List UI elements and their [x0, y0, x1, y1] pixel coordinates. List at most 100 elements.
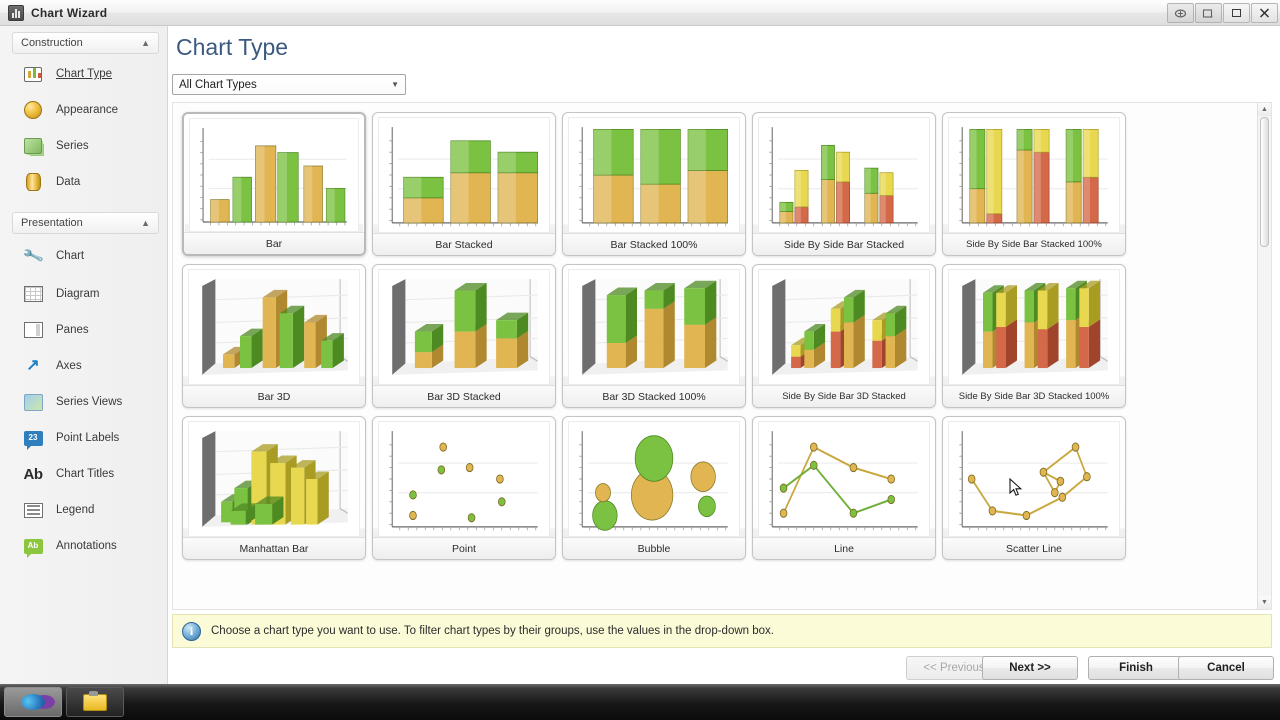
chart-type-label: Side By Side Bar Stacked — [753, 233, 935, 255]
sidebar-item-point-labels[interactable]: 23 Point Labels — [0, 420, 167, 456]
sidebar-item-chart-type-label: Chart Type — [56, 68, 113, 80]
chart-thumbnail-sbs-bar-3d-stacked-100 — [948, 269, 1120, 385]
sidebar-item-data-label: Data — [56, 176, 81, 188]
chart-thumbnail-scatter-line — [948, 421, 1120, 537]
chart-type-label: Bar — [184, 232, 364, 254]
chart-thumbnail-bar-3d — [188, 269, 360, 385]
chevron-up-icon: ▲ — [141, 38, 150, 48]
chart-wizard-window: Chart Wizard Construction ▲ Chart Type A… — [0, 0, 1280, 720]
chart-type-cell-sbs-bar-stacked-100[interactable]: Side By Side Bar Stacked 100% — [939, 109, 1129, 259]
sidebar-item-chart[interactable]: 🔧 Chart — [0, 236, 167, 276]
chart-type-card-bar[interactable]: Bar — [182, 112, 366, 256]
point-labels-icon: 23 — [22, 428, 44, 450]
sidebar-item-axes-label: Axes — [56, 360, 82, 372]
chart-type-cell-sbs-bar-3d-stacked[interactable]: Side By Side Bar 3D Stacked — [749, 261, 939, 411]
maximize-button[interactable] — [1223, 3, 1250, 23]
chart-type-label: Scatter Line — [943, 537, 1125, 559]
legend-icon — [22, 500, 44, 520]
chart-type-card-sbs-bar-stacked-100[interactable]: Side By Side Bar Stacked 100% — [942, 112, 1126, 256]
chart-type-label: Line — [753, 537, 935, 559]
chart-type-card-sbs-bar-3d-stacked[interactable]: Side By Side Bar 3D Stacked — [752, 264, 936, 408]
chart-type-card-sbs-bar-3d-stacked-100[interactable]: Side By Side Bar 3D Stacked 100% — [942, 264, 1126, 408]
chart-type-filter-dropdown[interactable]: All Chart Types ▼ — [172, 74, 406, 95]
chart-thumbnail-bar — [189, 118, 359, 232]
chart-type-card-line[interactable]: Line — [752, 416, 936, 560]
chart-type-card-manhattan-bar[interactable]: Manhattan Bar — [182, 416, 366, 560]
diagram-grid-icon — [22, 284, 44, 304]
sidebar-group-presentation[interactable]: Presentation ▲ — [12, 212, 159, 234]
chart-wizard-icon — [8, 4, 24, 21]
chart-type-cell-sbs-bar-3d-stacked-100[interactable]: Side By Side Bar 3D Stacked 100% — [939, 261, 1129, 411]
sidebar-group-presentation-label: Presentation — [21, 217, 83, 229]
sidebar-item-legend[interactable]: Legend — [0, 492, 167, 528]
chart-type-card-bar-3d[interactable]: Bar 3D — [182, 264, 366, 408]
chart-type-label: Bar 3D Stacked — [373, 385, 555, 407]
chart-type-cell-scatter-line[interactable]: Scatter Line — [939, 413, 1129, 563]
chart-type-card-bar-stacked[interactable]: Bar Stacked — [372, 112, 556, 256]
sidebar-group-construction[interactable]: Construction ▲ — [12, 32, 159, 54]
sidebar-item-chart-titles[interactable]: Ab Chart Titles — [0, 456, 167, 492]
chart-type-cell-line[interactable]: Line — [749, 413, 939, 563]
finish-button[interactable]: Finish — [1088, 656, 1184, 680]
gallery-scrollbar[interactable]: ▲ ▼ — [1257, 103, 1271, 609]
chart-type-cell-manhattan-bar[interactable]: Manhattan Bar — [179, 413, 369, 563]
sidebar-item-legend-label: Legend — [56, 504, 95, 516]
sidebar-item-series-views[interactable]: Series Views — [0, 384, 167, 420]
chart-thumbnail-bar-3d-stacked — [378, 269, 550, 385]
chart-type-cell-bar[interactable]: Bar — [179, 109, 369, 259]
scroll-up-arrow-icon[interactable]: ▲ — [1258, 103, 1271, 116]
chart-type-cell-sbs-bar-stacked[interactable]: Side By Side Bar Stacked — [749, 109, 939, 259]
sidebar-item-chart-titles-label: Chart Titles — [56, 468, 115, 480]
chart-type-grid: Bar Bar Stacked Bar Stacked 100% Side By Si… — [173, 103, 1257, 609]
chevron-down-icon: ▼ — [391, 80, 399, 89]
chart-type-card-sbs-bar-stacked[interactable]: Side By Side Bar Stacked — [752, 112, 936, 256]
chart-type-card-bar-3d-stacked-100[interactable]: Bar 3D Stacked 100% — [562, 264, 746, 408]
taskbar-item-browser[interactable] — [4, 687, 62, 717]
sidebar-item-annotations[interactable]: Ab Annotations — [0, 528, 167, 564]
chart-type-cell-bubble[interactable]: Bubble — [559, 413, 749, 563]
series-icon — [22, 136, 44, 156]
sidebar-item-chart-type[interactable]: Chart Type — [0, 56, 167, 92]
chart-type-cell-point[interactable]: Point — [369, 413, 559, 563]
chart-thumbnail-bar-3d-stacked-100 — [568, 269, 740, 385]
chart-type-cell-bar-stacked[interactable]: Bar Stacked — [369, 109, 559, 259]
scrollbar-thumb[interactable] — [1260, 117, 1269, 247]
sidebar-group-construction-label: Construction — [21, 37, 83, 49]
wrench-icon: 🔧 — [21, 244, 45, 268]
sidebar-item-appearance[interactable]: Appearance — [0, 92, 167, 128]
series-views-icon — [22, 392, 44, 412]
restore-down-button[interactable] — [1195, 3, 1222, 23]
chart-type-gallery: Bar Bar Stacked Bar Stacked 100% Side By Si… — [172, 102, 1272, 610]
sidebar-item-series-label: Series — [56, 140, 89, 152]
sidebar-item-data[interactable]: Data — [0, 164, 167, 200]
restore-down-icon — [1202, 8, 1213, 18]
sidebar-item-panes-label: Panes — [56, 324, 89, 336]
chart-type-card-bar-3d-stacked[interactable]: Bar 3D Stacked — [372, 264, 556, 408]
sidebar-item-series[interactable]: Series — [0, 128, 167, 164]
chart-type-card-bubble[interactable]: Bubble — [562, 416, 746, 560]
close-button[interactable] — [1251, 3, 1278, 23]
chart-type-card-point[interactable]: Point — [372, 416, 556, 560]
chart-type-label: Side By Side Bar 3D Stacked — [753, 385, 935, 407]
cancel-button[interactable]: Cancel — [1178, 656, 1274, 680]
chart-type-label: Point — [373, 537, 555, 559]
sidebar-item-diagram-label: Diagram — [56, 288, 100, 300]
chart-type-cell-bar-stacked-100[interactable]: Bar Stacked 100% — [559, 109, 749, 259]
chart-type-label: Bar Stacked 100% — [563, 233, 745, 255]
appearance-sphere-icon — [22, 100, 44, 120]
chart-type-cell-bar-3d[interactable]: Bar 3D — [179, 261, 369, 411]
next-button[interactable]: Next >> — [982, 656, 1078, 680]
sidebar-item-diagram[interactable]: Diagram — [0, 276, 167, 312]
sidebar-item-panes[interactable]: Panes — [0, 312, 167, 348]
sidebar-item-axes[interactable]: ↗ Axes — [0, 348, 167, 384]
scroll-down-arrow-icon[interactable]: ▼ — [1258, 596, 1271, 609]
chart-thumbnail-bar-stacked-100 — [568, 117, 740, 233]
chart-thumbnail-bar-stacked — [378, 117, 550, 233]
chart-type-cell-bar-3d-stacked[interactable]: Bar 3D Stacked — [369, 261, 559, 411]
taskbar-item-folder[interactable] — [66, 687, 124, 717]
sidebar-item-point-labels-label: Point Labels — [56, 432, 120, 444]
chart-type-card-bar-stacked-100[interactable]: Bar Stacked 100% — [562, 112, 746, 256]
chart-type-card-scatter-line[interactable]: Scatter Line — [942, 416, 1126, 560]
help-button[interactable] — [1167, 3, 1194, 23]
chart-type-cell-bar-3d-stacked-100[interactable]: Bar 3D Stacked 100% — [559, 261, 749, 411]
